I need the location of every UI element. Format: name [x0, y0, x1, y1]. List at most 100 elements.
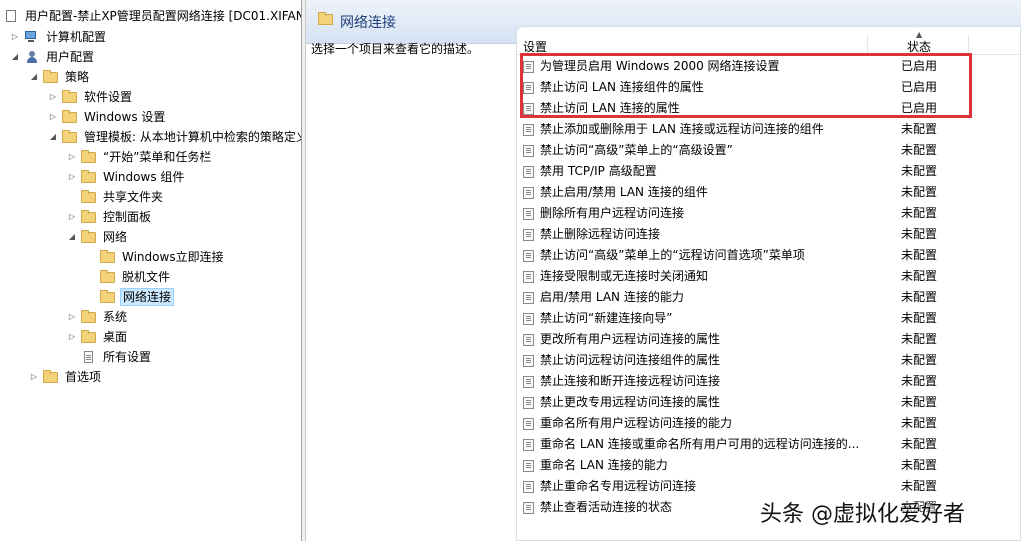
- policy-state: 未配置: [901, 122, 938, 136]
- column-divider[interactable]: [968, 35, 969, 55]
- folder-icon: [81, 210, 96, 223]
- policy-name: 禁止访问“新建连接向导”: [540, 311, 673, 325]
- policy-setting-icon: [523, 502, 534, 514]
- collapse-arrow-icon[interactable]: ◢: [29, 67, 39, 87]
- policy-name: 禁用 TCP/IP 高级配置: [540, 164, 657, 178]
- expand-arrow-icon[interactable]: ▷: [67, 207, 77, 227]
- tree-item-network-connections[interactable]: 网络连接: [86, 287, 175, 307]
- policy-setting-icon: [523, 439, 534, 451]
- policy-row[interactable]: 启用/禁用 LAN 连接的能力 未配置: [516, 287, 1021, 308]
- policy-row[interactable]: 禁止删除远程访问连接 未配置: [516, 224, 1021, 245]
- tree-item-label: 所有设置: [103, 350, 152, 364]
- policy-setting-icon: [523, 208, 534, 220]
- policy-setting-icon: [523, 145, 534, 157]
- description-text: 选择一个项目来查看它的描述。: [311, 42, 480, 56]
- policy-row[interactable]: 禁用 TCP/IP 高级配置 未配置: [516, 161, 1021, 182]
- policy-setting-icon: [523, 229, 534, 241]
- tree-item-start-menu[interactable]: ▷ “开始”菜单和任务栏: [67, 147, 213, 167]
- tree-item-preferences[interactable]: ▷ 首选项: [29, 367, 103, 387]
- tree-item-label: 脱机文件: [122, 270, 171, 284]
- expand-arrow-icon[interactable]: ▷: [67, 307, 77, 327]
- policy-row[interactable]: 更改所有用户远程访问连接的属性 未配置: [516, 329, 1021, 350]
- tree-item-shared-folders[interactable]: 共享文件夹: [67, 187, 165, 207]
- collapse-arrow-icon[interactable]: ◢: [10, 47, 20, 67]
- policy-state: 未配置: [901, 437, 938, 451]
- tree-item-windows-components[interactable]: ▷ Windows 组件: [67, 167, 186, 187]
- collapse-arrow-icon[interactable]: ◢: [67, 227, 77, 247]
- policy-state: 未配置: [901, 332, 938, 346]
- policy-row[interactable]: 禁止重命名专用远程访问连接 未配置: [516, 476, 1021, 497]
- policy-row[interactable]: 禁止添加或删除用于 LAN 连接或远程访问连接的组件 未配置: [516, 119, 1021, 140]
- policy-setting-icon: [523, 376, 534, 388]
- policy-state: 未配置: [901, 143, 938, 157]
- expand-arrow-icon[interactable]: ▷: [48, 87, 58, 107]
- policy-row[interactable]: 禁止访问“新建连接向导” 未配置: [516, 308, 1021, 329]
- computer-icon: [24, 31, 39, 43]
- tree-item-windows-connect-now[interactable]: Windows立即连接: [86, 247, 226, 267]
- tree-item-network[interactable]: ◢ 网络: [67, 227, 129, 247]
- policy-row[interactable]: 禁止访问“高级”菜单上的“远程访问首选项”菜单项 未配置: [516, 245, 1021, 266]
- policy-name: 重命名 LAN 连接的能力: [540, 458, 668, 472]
- tree-item-desktop[interactable]: ▷ 桌面: [67, 327, 129, 347]
- tree-item-computer-config[interactable]: ▷ 计算机配置: [10, 27, 108, 47]
- policy-row[interactable]: 重命名 LAN 连接或重命名所有用户可用的远程访问连接的... 未配置: [516, 434, 1021, 455]
- expand-arrow-icon[interactable]: ▷: [67, 167, 77, 187]
- policy-row[interactable]: 禁止访问“高级”菜单上的“高级设置” 未配置: [516, 140, 1021, 161]
- tree-pane: 用户配置-禁止XP管理员配置网络连接 [DC01.XIFAN ▷ 计算机配置 ◢…: [0, 0, 302, 541]
- expand-arrow-icon[interactable]: ▷: [67, 147, 77, 167]
- tree-item-label: 用户配置: [46, 50, 95, 64]
- tree-item-policies[interactable]: ◢ 策略: [29, 67, 91, 87]
- list-header: 设置 ▲ 状态: [517, 30, 1021, 55]
- tree-item-user-config[interactable]: ◢ 用户配置: [10, 47, 96, 67]
- policy-row[interactable]: 重命名 LAN 连接的能力 未配置: [516, 455, 1021, 476]
- folder-icon: [43, 370, 58, 383]
- tree-item-label: 桌面: [103, 330, 128, 344]
- tree-root[interactable]: 用户配置-禁止XP管理员配置网络连接 [DC01.XIFAN: [4, 6, 301, 26]
- expand-arrow-icon[interactable]: ▷: [48, 107, 58, 127]
- folder-icon: [100, 250, 115, 263]
- policy-row[interactable]: 连接受限制或无连接时关闭通知 未配置: [516, 266, 1021, 287]
- column-divider[interactable]: [867, 35, 868, 55]
- policy-state: 未配置: [901, 164, 938, 178]
- tree-item-windows-settings[interactable]: ▷ Windows 设置: [48, 107, 167, 127]
- policy-name: 启用/禁用 LAN 连接的能力: [540, 290, 684, 304]
- expand-arrow-icon[interactable]: ▷: [10, 27, 20, 47]
- folder-icon: [43, 70, 58, 83]
- tree-item-all-settings[interactable]: 所有设置: [67, 347, 153, 367]
- tree-item-admin-templates[interactable]: ◢ 管理模板: 从本地计算机中检索的策略定义: [48, 127, 301, 147]
- details-pane: 网络连接 选择一个项目来查看它的描述。 设置 ▲ 状态 为管理员启用 Windo…: [306, 0, 1021, 541]
- policy-row[interactable]: 禁止更改专用远程访问连接的属性 未配置: [516, 392, 1021, 413]
- tree-item-label: 系统: [103, 310, 128, 324]
- policy-row[interactable]: 禁止启用/禁用 LAN 连接的组件 未配置: [516, 182, 1021, 203]
- tree-item-label: Windows 设置: [84, 110, 166, 124]
- tree-item-offline-files[interactable]: 脱机文件: [86, 267, 172, 287]
- policy-state: 未配置: [901, 269, 938, 283]
- policy-state: 未配置: [901, 395, 938, 409]
- folder-icon: [81, 330, 96, 343]
- policy-setting-icon: [523, 355, 534, 367]
- policy-name: 禁止重命名专用远程访问连接: [540, 479, 697, 493]
- policy-state: 未配置: [901, 185, 938, 199]
- policy-setting-icon: [523, 397, 534, 409]
- policy-name: 禁止访问“高级”菜单上的“远程访问首选项”菜单项: [540, 248, 805, 262]
- policy-row[interactable]: 重命名所有用户远程访问连接的能力 未配置: [516, 413, 1021, 434]
- policy-state: 未配置: [901, 353, 938, 367]
- policy-document-icon: [4, 9, 18, 23]
- tree-item-label: 共享文件夹: [103, 190, 164, 204]
- tree-item-system[interactable]: ▷ 系统: [67, 307, 129, 327]
- folder-icon: [62, 90, 77, 103]
- collapse-arrow-icon[interactable]: ◢: [48, 127, 58, 147]
- expand-arrow-icon[interactable]: ▷: [67, 327, 77, 347]
- policy-name: 禁止添加或删除用于 LAN 连接或远程访问连接的组件: [540, 122, 824, 136]
- expand-arrow-icon[interactable]: ▷: [29, 367, 39, 387]
- policy-row[interactable]: 禁止连接和断开连接远程访问连接 未配置: [516, 371, 1021, 392]
- tree-item-control-panel[interactable]: ▷ 控制面板: [67, 207, 153, 227]
- tree-item-label: 软件设置: [84, 90, 133, 104]
- policy-row[interactable]: 禁止访问远程访问连接组件的属性 未配置: [516, 350, 1021, 371]
- policy-setting-icon: [523, 271, 534, 283]
- tree-item-software-settings[interactable]: ▷ 软件设置: [48, 87, 134, 107]
- policy-state: 未配置: [901, 311, 938, 325]
- folder-icon: [81, 170, 96, 183]
- policy-row[interactable]: 删除所有用户远程访问连接 未配置: [516, 203, 1021, 224]
- tree-item-label: 网络: [103, 230, 128, 244]
